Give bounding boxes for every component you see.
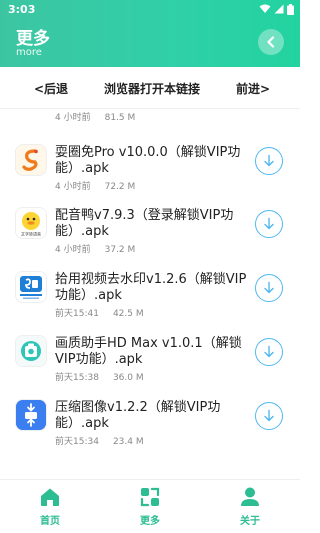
- item-time: 4 小时前: [55, 113, 91, 123]
- open-in-browser-link[interactable]: 浏览器打开本链接: [104, 80, 200, 97]
- list-item[interactable]: 拾用视频去水印v1.2.6（解锁VIP功能）.apk 前天15:41 42.5 M: [0, 272, 300, 322]
- item-meta: 前天15:34 23.4 M: [55, 434, 144, 447]
- item-size: 81.5 M: [104, 113, 136, 123]
- app-header: 3:03 更多 more: [0, 0, 300, 67]
- page-title: 更多: [16, 29, 50, 49]
- chevron-left-icon: [267, 36, 275, 48]
- item-time: 前天15:41: [55, 309, 99, 319]
- tab-home[interactable]: 首页: [0, 480, 100, 533]
- home-icon: [41, 488, 59, 506]
- item-filename: 画质助手HD Max v1.0.1（解锁VIP功能）.apk: [55, 336, 242, 367]
- download-icon: [264, 217, 274, 230]
- tab-label: 更多: [140, 516, 160, 527]
- item-time: 4 小时前: [55, 182, 91, 192]
- compress-image-app-icon: [16, 400, 46, 430]
- download-button[interactable]: [255, 147, 283, 175]
- item-size: 42.5 M: [112, 309, 144, 319]
- tab-label: 关于: [240, 516, 260, 527]
- download-icon: [264, 409, 274, 422]
- wifi-icon: [259, 4, 271, 13]
- list-item[interactable]: 文字转语音 配音鸭v7.9.3（登录解锁VIP功能）.apk 4 小时前 37.2…: [0, 208, 300, 258]
- status-time: 3:03: [8, 3, 36, 16]
- item-meta: 前天15:41 42.5 M: [55, 306, 144, 319]
- item-size: 37.2 M: [104, 245, 136, 255]
- item-filename: 耍圈免Pro v10.0.0（解锁VIP功能）.apk: [55, 145, 241, 176]
- download-button[interactable]: [255, 338, 283, 366]
- list-item[interactable]: 压缩图像v1.2.2（解锁VIP功能）.apk 前天15:34 23.4 M: [0, 400, 300, 450]
- item-size: 72.2 M: [104, 182, 136, 192]
- list-item[interactable]: 耍圈免Pro v10.0.0（解锁VIP功能）.apk 4 小时前 72.2 M: [0, 145, 300, 195]
- browser-nav-bar: <后退 浏览器打开本链接 前进>: [0, 67, 300, 109]
- file-list: 4 小时前 81.5 M 耍圈免Pro v10.0.0（解锁VIP功能）.apk …: [0, 109, 300, 479]
- item-time: 4 小时前: [55, 245, 91, 255]
- signal-icon: [274, 4, 284, 14]
- status-icons: [259, 3, 294, 15]
- app-icon-caption: 文字转语音: [21, 231, 41, 237]
- download-icon: [264, 154, 274, 167]
- status-bar: 3:03: [0, 0, 300, 20]
- item-meta: 4 小时前 37.2 M: [55, 242, 135, 255]
- battery-icon: [287, 3, 294, 15]
- page-subtitle: more: [16, 47, 42, 58]
- item-filename: 配音鸭v7.9.3（登录解锁VIP功能）.apk: [55, 208, 234, 239]
- back-button[interactable]: [258, 29, 284, 55]
- item-size: 36.0 M: [112, 373, 144, 383]
- more-apps-icon: [140, 487, 160, 507]
- peiyinya-app-icon: 文字转语音: [16, 208, 46, 238]
- item-meta: 4 小时前 72.2 M: [55, 179, 135, 192]
- tab-about[interactable]: 关于: [200, 480, 300, 533]
- tab-label: 首页: [40, 516, 60, 527]
- download-button[interactable]: [255, 274, 283, 302]
- list-item[interactable]: 画质助手HD Max v1.0.1（解锁VIP功能）.apk 前天15:38 36…: [0, 336, 300, 386]
- download-button[interactable]: [255, 402, 283, 430]
- item-meta: 前天15:38 36.0 M: [55, 370, 144, 383]
- shuaquan-app-icon: [16, 145, 46, 175]
- download-icon: [264, 345, 274, 358]
- item-time: 前天15:34: [55, 437, 99, 447]
- item-time: 前天15:38: [55, 373, 99, 383]
- list-item-partial: 4 小时前 81.5 M: [0, 109, 300, 129]
- user-icon: [241, 487, 259, 506]
- bottom-tab-bar: 首页 更多 关于: [0, 479, 300, 533]
- nav-forward-link[interactable]: 前进>: [236, 80, 270, 97]
- item-size: 23.4 M: [112, 437, 144, 447]
- shiyong-watermark-app-icon: [16, 272, 46, 302]
- item-filename: 压缩图像v1.2.2（解锁VIP功能）.apk: [55, 400, 221, 431]
- nav-back-link[interactable]: <后退: [34, 80, 68, 97]
- item-filename: 拾用视频去水印v1.2.6（解锁VIP功能）.apk: [55, 272, 247, 303]
- download-icon: [264, 281, 274, 294]
- download-button[interactable]: [255, 210, 283, 238]
- tab-more[interactable]: 更多: [100, 480, 200, 533]
- item-meta: 4 小时前 81.5 M: [55, 110, 135, 123]
- huazhi-app-icon: [16, 336, 46, 366]
